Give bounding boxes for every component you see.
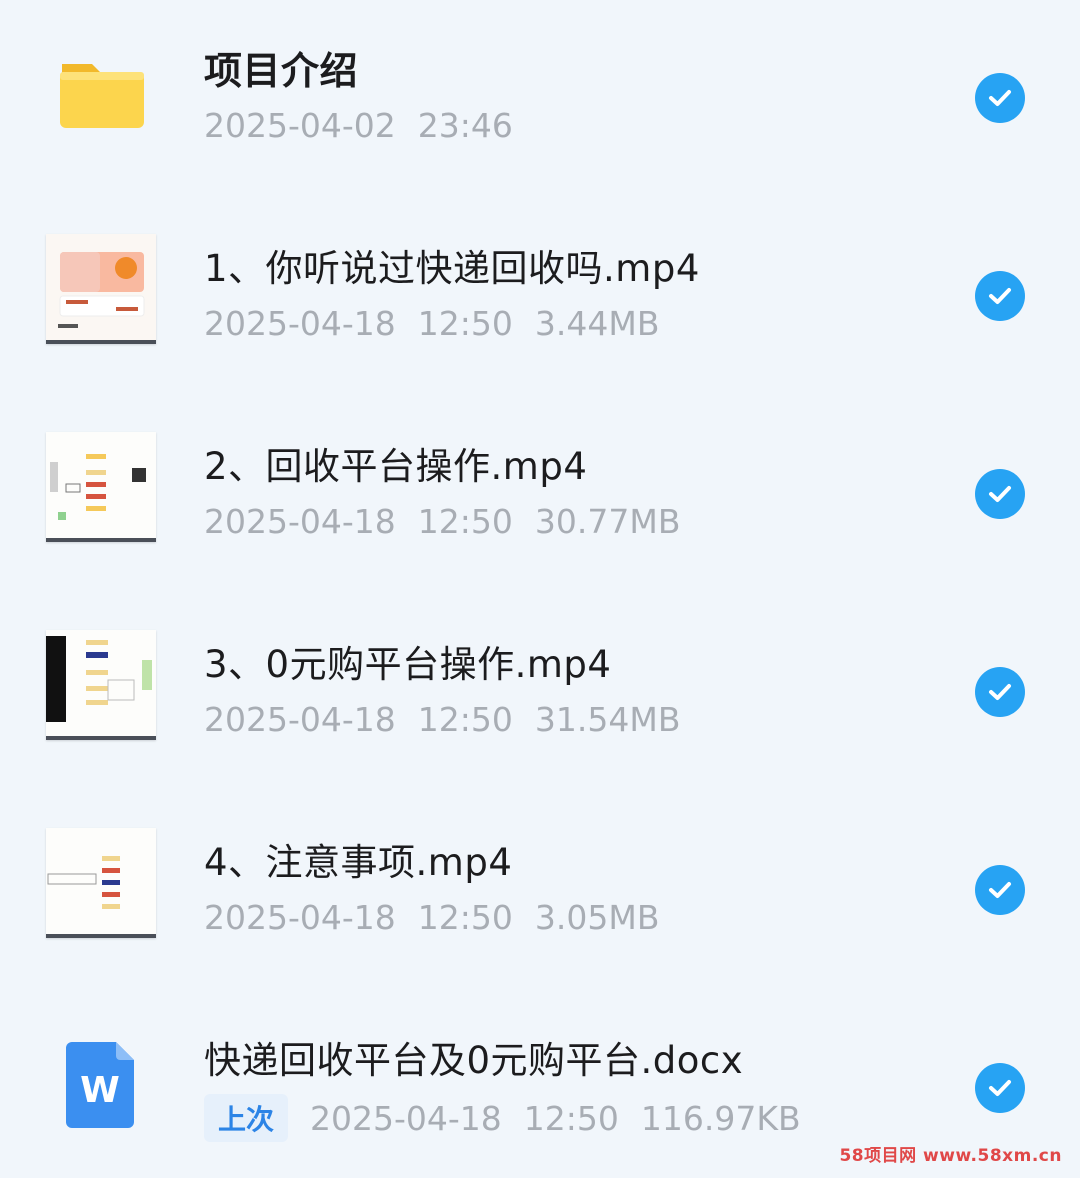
file-meta: 2025-04-18 12:50 30.77MB xyxy=(204,502,680,541)
selected-check-icon[interactable] xyxy=(975,271,1025,321)
file-time: 12:50 xyxy=(417,898,513,937)
file-size: 3.05MB xyxy=(534,898,660,937)
file-meta: 2025-04-18 12:50 31.54MB xyxy=(204,700,680,739)
file-time: 12:50 xyxy=(417,700,513,739)
file-time: 23:46 xyxy=(417,106,513,145)
file-name: 4、注意事项.mp4 xyxy=(204,841,513,884)
file-date: 2025-04-02 xyxy=(204,106,396,145)
file-date: 2025-04-18 xyxy=(204,700,396,739)
file-row-folder[interactable]: 项目介绍 2025-04-02 23:46 xyxy=(0,0,1080,198)
file-row-video[interactable]: 2、回收平台操作.mp4 2025-04-18 12:50 30.77MB xyxy=(0,396,1080,594)
folder-icon xyxy=(46,42,156,152)
file-name: 2、回收平台操作.mp4 xyxy=(204,445,588,488)
file-size: 31.54MB xyxy=(534,700,681,739)
file-meta: 上次 2025-04-18 12:50 116.97KB xyxy=(204,1094,801,1142)
selected-check-icon[interactable] xyxy=(975,1063,1025,1113)
file-name: 项目介绍 xyxy=(204,49,359,93)
watermark: 58项目网 www.58xm.cn xyxy=(839,1146,1062,1166)
video-thumbnail xyxy=(46,828,156,938)
file-meta: 2025-04-02 23:46 xyxy=(204,106,513,145)
file-date: 2025-04-18 xyxy=(204,898,396,937)
file-row-video[interactable]: 1、你听说过快递回收吗.mp4 2025-04-18 12:50 3.44MB xyxy=(0,198,1080,396)
file-time: 12:50 xyxy=(417,304,513,343)
svg-text:W: W xyxy=(80,1070,120,1111)
file-date: 2025-04-18 xyxy=(310,1098,502,1138)
selected-check-icon[interactable] xyxy=(975,667,1025,717)
file-date: 2025-04-18 xyxy=(204,502,396,541)
file-name: 快递回收平台及0元购平台.docx xyxy=(204,1039,744,1082)
selected-check-icon[interactable] xyxy=(975,469,1025,519)
file-name: 3、0元购平台操作.mp4 xyxy=(204,643,612,686)
video-thumbnail xyxy=(46,630,156,740)
file-list: 项目介绍 2025-04-02 23:46 1、你听说过快递回收吗.mp4 20 xyxy=(0,0,1080,1178)
file-time: 12:50 xyxy=(417,502,513,541)
file-meta: 2025-04-18 12:50 3.05MB xyxy=(204,898,659,937)
file-row-video[interactable]: 4、注意事项.mp4 2025-04-18 12:50 3.05MB xyxy=(0,792,1080,990)
file-name: 1、你听说过快递回收吗.mp4 xyxy=(204,247,700,290)
selected-check-icon[interactable] xyxy=(975,73,1025,123)
file-meta: 2025-04-18 12:50 3.44MB xyxy=(204,304,659,343)
file-size: 3.44MB xyxy=(534,304,660,343)
file-row-video[interactable]: 3、0元购平台操作.mp4 2025-04-18 12:50 31.54MB xyxy=(0,594,1080,792)
video-thumbnail xyxy=(46,432,156,542)
file-date: 2025-04-18 xyxy=(204,304,396,343)
file-size: 116.97KB xyxy=(640,1098,801,1138)
video-thumbnail xyxy=(46,234,156,344)
last-opened-badge: 上次 xyxy=(204,1094,289,1142)
file-size: 30.77MB xyxy=(534,502,681,541)
selected-check-icon[interactable] xyxy=(975,865,1025,915)
word-doc-icon: W xyxy=(46,1030,156,1140)
file-time: 12:50 xyxy=(523,1098,619,1138)
